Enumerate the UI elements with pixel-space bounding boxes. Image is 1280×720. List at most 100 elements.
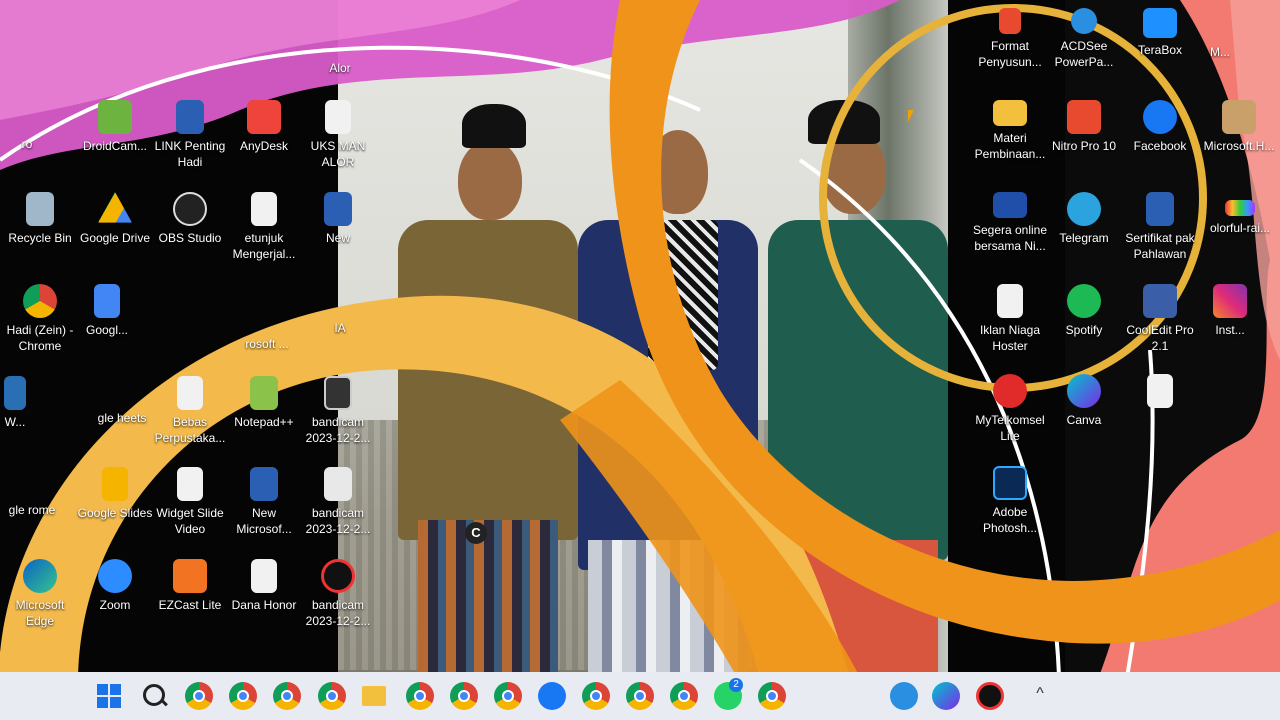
droidcam-icon — [98, 100, 132, 134]
desktop-icon-uks-man-alor[interactable]: UKS MAN ALOR — [300, 100, 376, 170]
taskbar-chrome-profile-1-icon[interactable] — [229, 682, 257, 710]
folder-icon — [993, 100, 1027, 126]
desktop-icon-ia-partial[interactable]: IA — [320, 320, 360, 336]
taskbar-chrome-profile-6-icon[interactable] — [494, 682, 522, 710]
tray-chevron-up-icon[interactable]: ^ — [1032, 686, 1048, 702]
desktop-icon-zoom[interactable]: Zoom — [77, 559, 153, 613]
app-icon — [4, 376, 26, 410]
desktop-icon-bandicam-1[interactable]: bandicam 2023-12-2... — [300, 376, 376, 446]
desktop-icon-droidcam[interactable]: DroidCam... — [77, 100, 153, 154]
desktop-icon-sertifikat[interactable]: Sertifikat pak Pahlawan — [1122, 192, 1198, 262]
edge-icon — [23, 559, 57, 593]
bandicam-icon — [321, 559, 355, 593]
desktop-icon-materi-pembinaan[interactable]: Materi Pembinaan... — [972, 100, 1048, 162]
taskbar-facebook-icon[interactable] — [538, 682, 566, 710]
desktop-icon-hadi-chrome[interactable]: Hadi (Zein) - Chrome — [2, 284, 78, 354]
acdsee-icon — [1071, 8, 1097, 34]
word-doc-icon — [176, 100, 204, 134]
desktop-icon-partial-1[interactable]: ro — [2, 136, 52, 152]
desktop-icon-instagram[interactable]: Inst... — [1200, 284, 1260, 338]
file-icon — [177, 376, 203, 410]
desktop-icon-new-microsoft[interactable]: New Microsof... — [226, 467, 302, 537]
windows-start-icon[interactable] — [97, 684, 121, 708]
desktop-icon-google-slides[interactable]: Google Slides — [77, 467, 153, 521]
taskbar-chrome-profile-3-icon[interactable] — [318, 682, 346, 710]
file-icon — [177, 467, 203, 501]
desktop-icon-colorful-rainbow[interactable]: olorful-rai... — [1200, 200, 1280, 236]
file-icon — [1147, 374, 1173, 408]
desktop-icon-ezcast-lite[interactable]: EZCast Lite — [152, 559, 228, 613]
spotify-icon — [1067, 284, 1101, 318]
image-icon — [1225, 200, 1255, 216]
desktop-icon-microsoft-partial[interactable]: rosoft ... — [232, 336, 302, 352]
desktop-icon-recycle-bin[interactable]: Recycle Bin — [2, 192, 78, 246]
tray-bandicam-icon[interactable] — [976, 682, 1004, 710]
desktop-icon-terabox[interactable]: TeraBox — [1122, 8, 1198, 58]
desktop-icon-notepad-plus[interactable]: Notepad++ — [226, 376, 302, 430]
desktop-icon-google-sheets[interactable]: gle heets — [97, 410, 147, 426]
taskbar-chrome-profile-4-icon[interactable] — [406, 682, 434, 710]
desktop-icon-anydesk[interactable]: AnyDesk — [226, 100, 302, 154]
desktop-icon-new[interactable]: New — [300, 192, 376, 246]
taskbar-chrome-profile-7-icon[interactable] — [582, 682, 610, 710]
desktop-icon-petunjuk[interactable]: etunjuk Mengerjal... — [226, 192, 302, 262]
desktop-icon-obs-studio[interactable]: OBS Studio — [152, 192, 228, 246]
canva-icon — [1067, 374, 1101, 408]
desktop-icon-facebook[interactable]: Facebook — [1122, 100, 1198, 154]
tray-canva-icon[interactable] — [932, 682, 960, 710]
desktop-icon-segera-online[interactable]: Segera online bersama Ni... — [972, 192, 1048, 254]
video-file-icon — [324, 376, 352, 410]
desktop-icon-telegram[interactable]: Telegram — [1046, 192, 1122, 246]
desktop-icon-google-chrome-partial[interactable]: gle rome — [2, 502, 62, 518]
desktop-icon-iklan-niaga[interactable]: Iklan Niaga Hoster — [972, 284, 1048, 354]
desktop-icon-format-penyusun[interactable]: Format Penyusun... — [972, 8, 1048, 70]
desktop-icon-google-docs[interactable]: Googl... — [77, 284, 137, 338]
taskbar-chrome-icon[interactable] — [185, 682, 213, 710]
taskbar-chrome-profile-2-icon[interactable] — [273, 682, 301, 710]
desktop-icon-spotify[interactable]: Spotify — [1046, 284, 1122, 338]
desktop-icon-bandicam-2[interactable]: bandicam 2023-12-2... — [300, 467, 376, 537]
instagram-icon — [1213, 284, 1247, 318]
desktop-icon-nitro-pro[interactable]: Nitro Pro 10 — [1046, 100, 1122, 154]
desktop-icon-link-penting[interactable]: LINK Penting Hadi — [152, 100, 228, 170]
desktop-icon-acdsee[interactable]: ACDSee PowerPa... — [1046, 8, 1122, 70]
desktop-icon-bebas-perpustakaan[interactable]: Bebas Perpustaka... — [152, 376, 228, 446]
desktop-icon-microsoft-h[interactable]: Microsoft.H... — [1198, 100, 1280, 154]
taskbar-chrome-profile-5-icon[interactable] — [450, 682, 478, 710]
person-middle — [578, 110, 758, 672]
word-doc-icon — [324, 192, 352, 226]
file-icon — [325, 100, 351, 134]
tray-acdsee-icon[interactable] — [890, 682, 918, 710]
notepad-plus-icon — [250, 376, 278, 410]
desktop-icon-bandicam-3[interactable]: bandicam 2023-12-2... — [300, 559, 376, 629]
desktop-icon-mytelkomsel[interactable]: MyTelkomsel Lite — [972, 374, 1048, 444]
desktop-icon-alor[interactable]: Alor — [302, 60, 378, 76]
desktop-icon-cooledit[interactable]: CoolEdit Pro 2.1 — [1122, 284, 1198, 354]
taskbar-chrome-profile-9-icon[interactable] — [670, 682, 698, 710]
desktop-icon-microsoft-edge[interactable]: Microsoft Edge — [2, 559, 78, 629]
taskbar-chrome-profile-10-icon[interactable] — [758, 682, 786, 710]
desktop-icon-file-partial[interactable] — [1122, 374, 1198, 412]
desktop-icon-google-drive[interactable]: Google Drive — [77, 192, 153, 246]
overlay-video-photo — [338, 0, 948, 672]
facebook-icon — [1143, 100, 1177, 134]
desktop-icon-m-partial[interactable]: M... — [1200, 44, 1240, 60]
package-icon — [1222, 100, 1256, 134]
desktop-icon-canva[interactable]: Canva — [1046, 374, 1122, 428]
desktop-icon-w-partial[interactable]: W... — [0, 376, 30, 430]
photoshop-icon — [993, 466, 1027, 500]
desktop-icon-dana-honor[interactable]: Dana Honor — [226, 559, 302, 613]
cursor-badge: C — [465, 522, 487, 544]
ezcast-icon — [173, 559, 207, 593]
taskbar-chrome-profile-8-icon[interactable] — [626, 682, 654, 710]
taskbar-file-explorer-icon[interactable] — [362, 686, 386, 706]
screen: Alor ro DroidCam... LINK Penting Hadi An… — [0, 0, 1280, 720]
google-drive-icon — [98, 192, 132, 223]
image-file-icon — [324, 467, 352, 501]
desktop-icon-widget-slide-video[interactable]: Widget Slide Video — [152, 467, 228, 537]
google-docs-icon — [94, 284, 120, 318]
terabox-icon — [1143, 8, 1177, 38]
whatsapp-badge: 2 — [729, 678, 743, 692]
desktop-icon-adobe-photoshop[interactable]: Adobe Photosh... — [972, 466, 1048, 536]
file-icon — [997, 284, 1023, 318]
